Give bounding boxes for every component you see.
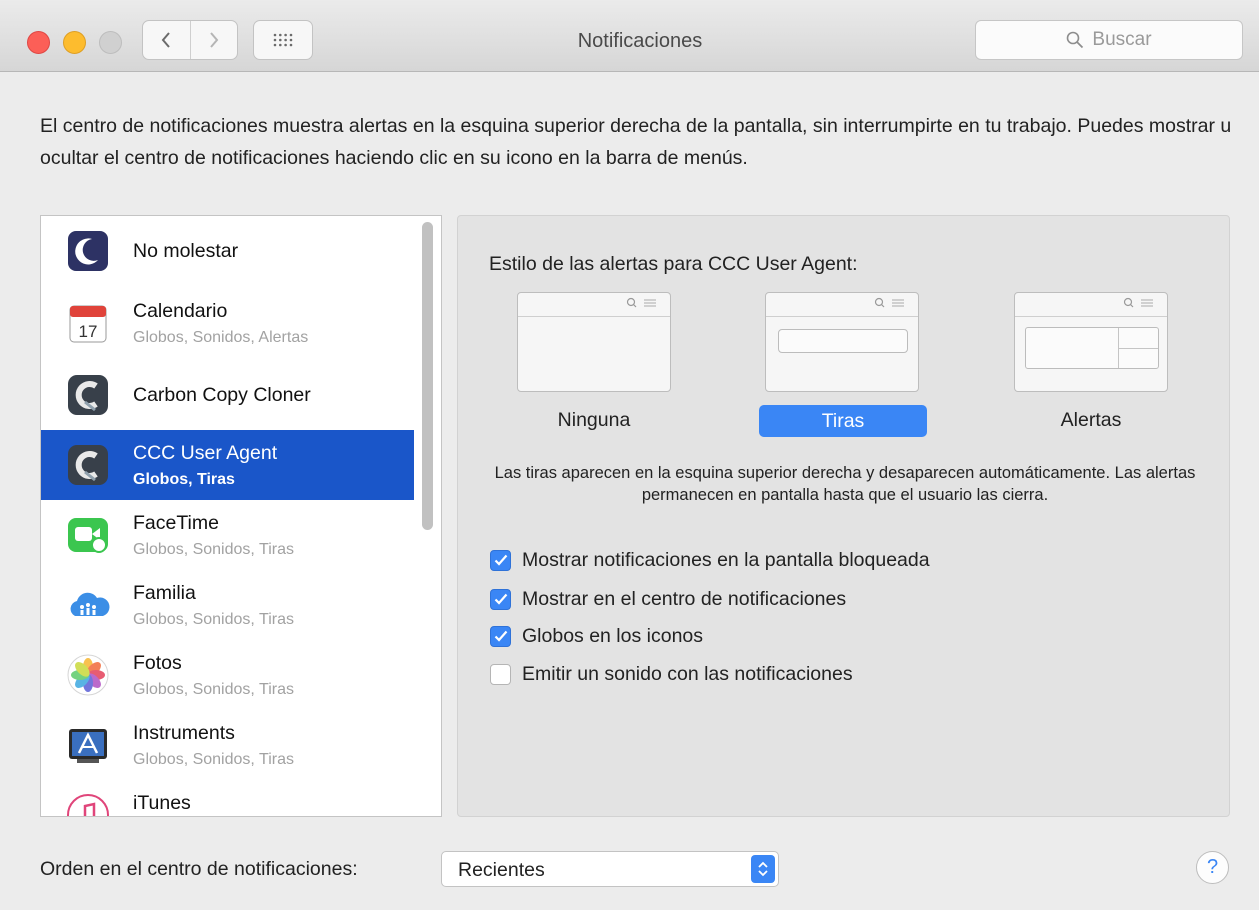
forward-button[interactable] bbox=[189, 21, 238, 59]
option-label: Mostrar notificaciones en la pantalla bl… bbox=[522, 548, 930, 571]
app-subtitle: Globos, Sonidos, Alertas bbox=[133, 328, 309, 346]
app-subtitle: Globos, Sonidos, Tiras bbox=[133, 610, 294, 628]
photos-icon bbox=[65, 652, 111, 698]
show-all-button[interactable] bbox=[253, 20, 313, 60]
zoom-button[interactable] bbox=[99, 31, 122, 54]
alert-preview bbox=[1025, 327, 1159, 369]
checkbox-unchecked[interactable] bbox=[490, 663, 511, 685]
option-sound[interactable]: Emitir un sonido con las notificaciones bbox=[490, 662, 853, 686]
facetime-icon bbox=[65, 512, 111, 558]
close-button[interactable] bbox=[27, 31, 50, 54]
app-list[interactable]: No molestar 17 Calendario Globos, Sonido… bbox=[40, 215, 442, 817]
list-item-facetime[interactable]: FaceTime Globos, Sonidos, Tiras bbox=[41, 500, 414, 570]
list-scrollbar[interactable] bbox=[422, 222, 433, 530]
calendar-icon: 17 bbox=[65, 300, 111, 346]
list-item-ccc-user-agent[interactable]: CCC User Agent Globos, Tiras bbox=[41, 430, 414, 500]
window-title: Notificaciones bbox=[577, 30, 703, 52]
chevron-right-icon bbox=[209, 32, 219, 48]
itunes-icon bbox=[65, 792, 111, 816]
order-popup[interactable]: Recientes bbox=[441, 851, 779, 887]
style-preview-alertas[interactable] bbox=[1014, 292, 1168, 392]
svg-text:17: 17 bbox=[79, 322, 98, 341]
chevron-left-icon bbox=[161, 32, 171, 48]
checkbox-checked[interactable] bbox=[490, 625, 511, 647]
app-name: CCC User Agent bbox=[133, 441, 278, 464]
app-subtitle: Globos, Tiras bbox=[133, 470, 235, 488]
app-name: Fotos bbox=[133, 651, 182, 674]
updown-chevron-icon bbox=[751, 855, 775, 883]
checkmark-icon bbox=[494, 630, 507, 642]
checkmark-icon bbox=[494, 554, 507, 566]
order-value: Recientes bbox=[458, 859, 545, 881]
grid-icon bbox=[273, 33, 293, 47]
option-label: Emitir un sonido con las notificaciones bbox=[522, 662, 853, 685]
search-list-icon bbox=[626, 297, 656, 308]
list-item-carbon-copy-cloner[interactable]: Carbon Copy Cloner bbox=[41, 360, 414, 430]
alert-style-title: Estilo de las alertas para CCC User Agen… bbox=[489, 253, 858, 275]
style-preview-ninguna[interactable] bbox=[517, 292, 671, 392]
help-button[interactable]: ? bbox=[1196, 851, 1229, 884]
back-button[interactable] bbox=[143, 21, 190, 59]
list-item-itunes[interactable]: iTunes bbox=[41, 778, 414, 816]
banner-preview bbox=[778, 329, 908, 353]
search-list-icon bbox=[1123, 297, 1153, 308]
list-item-no-molestar[interactable]: No molestar bbox=[41, 216, 414, 286]
app-name: No molestar bbox=[133, 239, 239, 262]
minimize-button[interactable] bbox=[63, 31, 86, 54]
navigation-buttons bbox=[142, 20, 238, 60]
list-item-instruments[interactable]: Instruments Globos, Sonidos, Tiras bbox=[41, 710, 414, 780]
family-icon bbox=[65, 582, 111, 628]
option-label: Globos en los iconos bbox=[522, 624, 704, 647]
app-name: Instruments bbox=[133, 721, 235, 744]
style-label-alertas[interactable]: Alertas bbox=[1014, 409, 1168, 432]
search-list-icon bbox=[874, 297, 904, 308]
list-item-familia[interactable]: Familia Globos, Sonidos, Tiras bbox=[41, 570, 414, 640]
instruments-icon bbox=[65, 722, 111, 768]
checkbox-checked[interactable] bbox=[490, 588, 511, 610]
checkmark-icon bbox=[494, 593, 507, 605]
order-label: Orden en el centro de notificaciones: bbox=[40, 858, 358, 880]
carbon-copy-cloner-icon bbox=[65, 372, 111, 418]
app-subtitle: Globos, Sonidos, Tiras bbox=[133, 540, 294, 558]
alert-style-explanation: Las tiras aparecen en la esquina superio… bbox=[494, 464, 1196, 504]
description-text: El centro de notificaciones muestra aler… bbox=[40, 115, 1232, 169]
checkbox-checked[interactable] bbox=[490, 549, 511, 571]
option-notification-center[interactable]: Mostrar en el centro de notificaciones bbox=[490, 587, 846, 611]
search-field[interactable]: Buscar bbox=[975, 20, 1243, 60]
app-name: iTunes bbox=[133, 792, 191, 814]
app-name: Calendario bbox=[133, 299, 228, 322]
option-lock-screen[interactable]: Mostrar notificaciones en la pantalla bl… bbox=[490, 548, 930, 572]
style-label-tiras[interactable]: Tiras bbox=[759, 405, 927, 437]
style-preview-tiras[interactable] bbox=[765, 292, 919, 392]
app-name: Familia bbox=[133, 581, 196, 604]
moon-icon bbox=[65, 228, 111, 274]
app-subtitle: Globos, Sonidos, Tiras bbox=[133, 750, 294, 768]
title-bar: Notificaciones Buscar bbox=[0, 0, 1259, 72]
app-subtitle: Globos, Sonidos, Tiras bbox=[133, 680, 294, 698]
list-item-fotos[interactable]: Fotos Globos, Sonidos, Tiras bbox=[41, 640, 414, 710]
search-icon bbox=[1067, 31, 1084, 49]
option-badges[interactable]: Globos en los iconos bbox=[490, 624, 703, 648]
search-placeholder: Buscar bbox=[1092, 29, 1152, 50]
app-name: Carbon Copy Cloner bbox=[133, 383, 311, 406]
style-label-ninguna[interactable]: Ninguna bbox=[517, 409, 671, 432]
list-item-calendario[interactable]: 17 Calendario Globos, Sonidos, Alertas bbox=[41, 288, 414, 358]
app-name: FaceTime bbox=[133, 511, 219, 534]
option-label: Mostrar en el centro de notificaciones bbox=[522, 587, 847, 610]
ccc-user-agent-icon bbox=[65, 442, 111, 488]
